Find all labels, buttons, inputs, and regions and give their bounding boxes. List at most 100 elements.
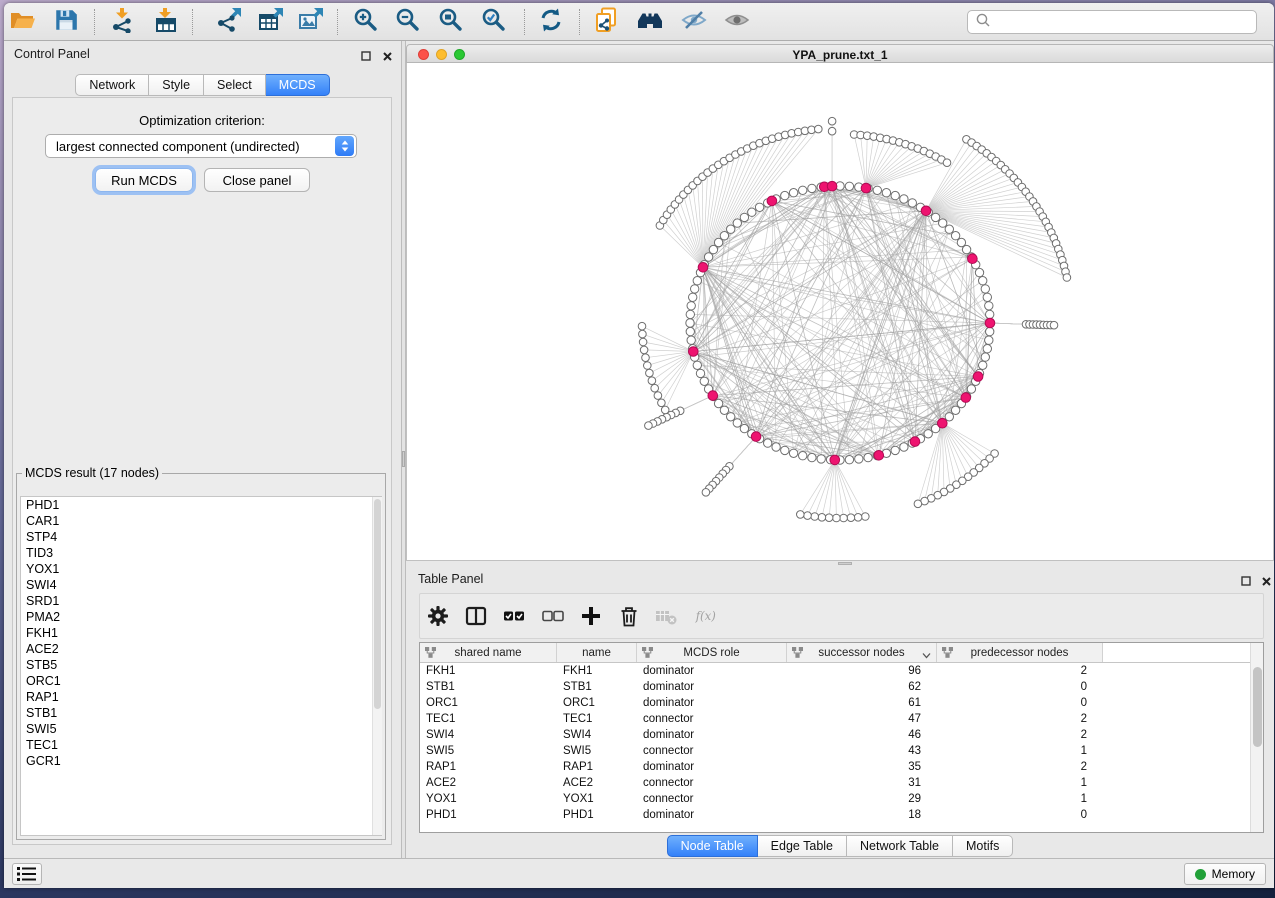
mcds-result-item[interactable]: PHD1 [21, 497, 381, 513]
column-header-MCDS-role[interactable]: MCDS role [637, 643, 787, 662]
cell-predecessor_nodes[interactable]: 0 [937, 679, 1103, 695]
run-mcds-button[interactable]: Run MCDS [95, 168, 193, 192]
cell-name[interactable]: YOX1 [557, 791, 637, 807]
cell-shared_name[interactable]: ACE2 [420, 775, 557, 791]
table-toolbar-delete-button[interactable] [614, 605, 644, 631]
table-row[interactable]: FKH1FKH1dominator962 [420, 663, 1263, 679]
mcds-result-item[interactable]: YOX1 [21, 561, 381, 577]
mcds-result-item[interactable]: GCR1 [21, 753, 381, 769]
mcds-result-item[interactable]: SWI4 [21, 577, 381, 593]
float-panel-icon[interactable] [361, 49, 373, 61]
mcds-result-item[interactable]: STB1 [21, 705, 381, 721]
table-toolbar-deselect-all-button[interactable] [538, 605, 568, 631]
cell-successor_nodes[interactable]: 35 [787, 759, 937, 775]
toolbar-zoom-selected-button[interactable] [478, 8, 510, 36]
toolbar-save-button[interactable] [50, 8, 82, 36]
cell-predecessor_nodes[interactable]: 1 [937, 775, 1103, 791]
mcds-result-item[interactable]: CAR1 [21, 513, 381, 529]
mcds-result-item[interactable]: RAP1 [21, 689, 381, 705]
close-mcds-panel-button[interactable]: Close panel [204, 168, 310, 192]
cell-successor_nodes[interactable]: 43 [787, 743, 937, 759]
cell-mcds_role[interactable]: dominator [637, 727, 787, 743]
cell-shared_name[interactable]: YOX1 [420, 791, 557, 807]
cell-successor_nodes[interactable]: 96 [787, 663, 937, 679]
table-row[interactable]: SWI4SWI4dominator462 [420, 727, 1263, 743]
cell-predecessor_nodes[interactable]: 2 [937, 759, 1103, 775]
cell-name[interactable]: PHD1 [557, 807, 637, 823]
cell-predecessor_nodes[interactable]: 2 [937, 663, 1103, 679]
cell-successor_nodes[interactable]: 47 [787, 711, 937, 727]
toolbar-clone-network-button[interactable] [590, 8, 622, 36]
cell-mcds_role[interactable]: connector [637, 791, 787, 807]
toolbar-import-network-button[interactable] [106, 8, 138, 36]
mcds-result-item[interactable]: FKH1 [21, 625, 381, 641]
cell-name[interactable]: RAP1 [557, 759, 637, 775]
cell-shared_name[interactable]: RAP1 [420, 759, 557, 775]
column-header-shared-name[interactable]: shared name [420, 643, 557, 662]
column-header-predecessor-nodes[interactable]: predecessor nodes [937, 643, 1103, 662]
table-scrollbar[interactable] [1250, 643, 1263, 832]
close-panel-icon[interactable] [1261, 574, 1273, 586]
column-header-name[interactable]: name [557, 643, 637, 662]
cell-successor_nodes[interactable]: 46 [787, 727, 937, 743]
mcds-result-item[interactable]: ORC1 [21, 673, 381, 689]
table-toolbar-select-all-button[interactable] [499, 605, 529, 631]
scrollbar-thumb[interactable] [1253, 667, 1262, 747]
cell-shared_name[interactable]: FKH1 [420, 663, 557, 679]
cell-name[interactable]: FKH1 [557, 663, 637, 679]
mcds-result-list[interactable]: PHD1CAR1STP4TID3YOX1SWI4SRD1PMA2FKH1ACE2… [20, 496, 382, 836]
cell-mcds_role[interactable]: dominator [637, 695, 787, 711]
tab-mcds[interactable]: MCDS [266, 74, 330, 96]
cell-successor_nodes[interactable]: 18 [787, 807, 937, 823]
tab-network[interactable]: Network [75, 74, 149, 96]
cell-mcds_role[interactable]: dominator [637, 663, 787, 679]
mcds-result-item[interactable]: STB5 [21, 657, 381, 673]
cell-predecessor_nodes[interactable]: 2 [937, 727, 1103, 743]
toolbar-import-table-button[interactable] [150, 8, 182, 36]
cell-shared_name[interactable]: STB1 [420, 679, 557, 695]
toolbar-export-image-button[interactable] [295, 8, 327, 36]
cell-mcds_role[interactable]: dominator [637, 759, 787, 775]
table-row[interactable]: ACE2ACE2connector311 [420, 775, 1263, 791]
cell-shared_name[interactable]: SWI4 [420, 727, 557, 743]
task-history-button[interactable] [12, 863, 42, 885]
table-toolbar-columns-button[interactable] [461, 605, 491, 631]
mcds-result-item[interactable]: TID3 [21, 545, 381, 561]
cell-mcds_role[interactable]: dominator [637, 679, 787, 695]
close-panel-icon[interactable] [382, 49, 394, 61]
scrollbar-thumb[interactable] [374, 499, 381, 709]
cell-successor_nodes[interactable]: 62 [787, 679, 937, 695]
mcds-result-item[interactable]: ACE2 [21, 641, 381, 657]
cell-name[interactable]: SWI4 [557, 727, 637, 743]
float-panel-icon[interactable] [1241, 574, 1253, 586]
cell-shared_name[interactable]: SWI5 [420, 743, 557, 759]
cell-name[interactable]: STB1 [557, 679, 637, 695]
tab-node-table[interactable]: Node Table [667, 835, 758, 857]
splitter-handle[interactable] [838, 562, 852, 565]
cell-predecessor_nodes[interactable]: 1 [937, 791, 1103, 807]
cell-successor_nodes[interactable]: 31 [787, 775, 937, 791]
cell-predecessor_nodes[interactable]: 0 [937, 807, 1103, 823]
cell-name[interactable]: ORC1 [557, 695, 637, 711]
network-canvas[interactable] [406, 63, 1274, 561]
cell-mcds_role[interactable]: connector [637, 743, 787, 759]
toolbar-zoom-in-button[interactable] [350, 8, 382, 36]
cell-name[interactable]: ACE2 [557, 775, 637, 791]
criterion-dropdown[interactable]: largest connected component (undirected) [45, 134, 357, 158]
mcds-result-item[interactable]: STP4 [21, 529, 381, 545]
search-box[interactable] [967, 10, 1257, 34]
table-toolbar-add-button[interactable] [576, 605, 606, 631]
column-header-successor-nodes[interactable]: successor nodes [787, 643, 937, 662]
toolbar-show-all-button[interactable] [721, 8, 753, 36]
cell-shared_name[interactable]: PHD1 [420, 807, 557, 823]
toolbar-export-network-button[interactable] [213, 8, 245, 36]
search-input[interactable] [996, 15, 1256, 29]
cell-predecessor_nodes[interactable]: 2 [937, 711, 1103, 727]
mcds-result-item[interactable]: SWI5 [21, 721, 381, 737]
mcds-result-item[interactable]: PMA2 [21, 609, 381, 625]
toolbar-refresh-button[interactable] [535, 8, 567, 36]
cell-predecessor_nodes[interactable]: 1 [937, 743, 1103, 759]
cell-mcds_role[interactable]: dominator [637, 807, 787, 823]
cell-mcds_role[interactable]: connector [637, 775, 787, 791]
table-row[interactable]: TEC1TEC1connector472 [420, 711, 1263, 727]
